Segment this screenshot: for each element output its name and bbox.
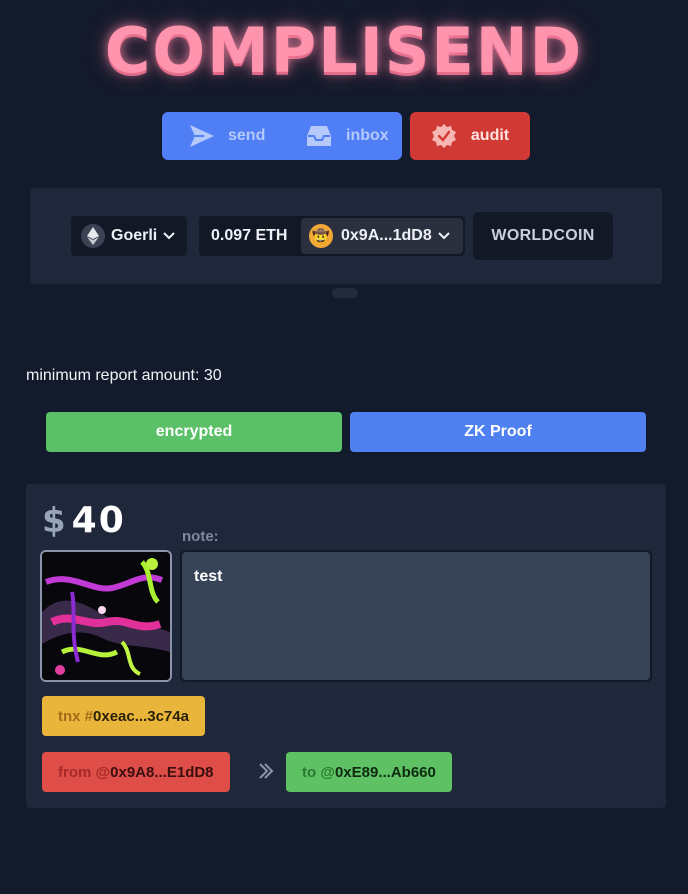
drag-handle: [332, 288, 358, 298]
note-field[interactable]: test: [180, 550, 652, 682]
tab-send-label: send: [228, 127, 266, 144]
ethereum-icon: [81, 224, 105, 248]
to-badge[interactable]: to @0xE89...Ab660: [286, 752, 452, 792]
chevron-down-icon: [438, 232, 450, 240]
audit-label: audit: [470, 127, 510, 144]
inbox-icon: [307, 126, 331, 146]
from-address: 0x9A8...E1dD8: [110, 763, 214, 781]
tab-inbox-label: inbox: [346, 127, 389, 144]
wallet-panel: Goerli 0.097 ETH 🤠 0x9A...1dD8 WORLDCOIN: [30, 188, 662, 284]
double-chevron-right-icon: [259, 763, 274, 779]
currency-symbol: $: [42, 501, 68, 541]
tab-send[interactable]: send: [188, 123, 265, 149]
transaction-card: $40 note: test tnx #0xeac...3c74a from @…: [26, 484, 666, 808]
account-address: 0x9A...1dD8: [341, 227, 432, 244]
worldcoin-button[interactable]: WORLDCOIN: [473, 212, 613, 260]
amount-value: 40: [71, 500, 126, 541]
nft-thumbnail[interactable]: [40, 550, 172, 682]
network-selector[interactable]: Goerli: [71, 216, 187, 256]
encrypted-button[interactable]: encrypted: [46, 412, 342, 452]
tab-inbox[interactable]: inbox: [304, 123, 389, 149]
tnx-badge[interactable]: tnx #0xeac...3c74a: [42, 696, 205, 736]
chevron-down-icon: [163, 232, 175, 240]
account-button[interactable]: 🤠 0x9A...1dD8: [301, 218, 463, 254]
to-address: 0xE89...Ab660: [334, 763, 436, 781]
send-icon: [190, 125, 214, 147]
account-group: 0.097 ETH 🤠 0x9A...1dD8: [199, 216, 465, 256]
amount-display: $40: [42, 500, 126, 541]
to-prefix: to @: [302, 763, 335, 781]
tnx-hash: 0xeac...3c74a: [93, 707, 189, 725]
from-badge[interactable]: from @0x9A8...E1dD8: [42, 752, 230, 792]
from-prefix: from @: [58, 763, 111, 781]
verified-badge-icon: [431, 124, 456, 148]
balance-text: 0.097 ETH: [211, 227, 288, 244]
note-label: note:: [182, 528, 219, 545]
avatar: 🤠: [309, 224, 333, 248]
nav-tab-group: send inbox: [162, 112, 402, 160]
app-logo: COMPLISEND: [104, 14, 584, 87]
network-name: Goerli: [111, 227, 158, 244]
zk-proof-button[interactable]: ZK Proof: [350, 412, 646, 452]
tnx-prefix: tnx #: [58, 707, 94, 725]
audit-button[interactable]: audit: [410, 112, 530, 160]
minimum-report-text: minimum report amount: 30: [26, 367, 222, 384]
